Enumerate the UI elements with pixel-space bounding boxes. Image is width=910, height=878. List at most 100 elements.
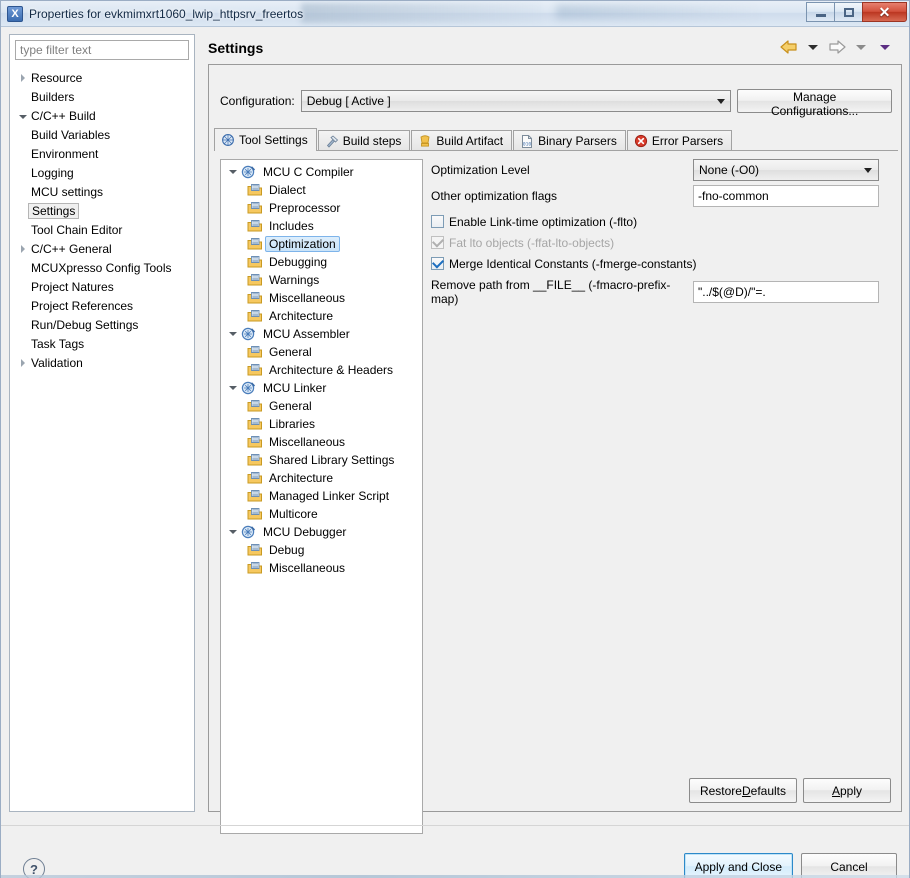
tab-strip: Tool Settings Build steps Build Artifact 01… xyxy=(214,128,898,151)
forward-arrow-icon[interactable] xyxy=(827,38,847,56)
page-navigation xyxy=(779,38,895,56)
nav-item-builders[interactable]: Builders xyxy=(10,87,194,106)
nav-item-label: Validation xyxy=(31,355,83,370)
tool-item-architecture-headers[interactable]: Architecture & Headers xyxy=(221,361,422,379)
close-icon[interactable]: ✕ xyxy=(862,2,907,22)
configuration-select[interactable]: Debug [ Active ] xyxy=(300,90,732,112)
twisty-icon[interactable] xyxy=(229,530,241,534)
folder-icon xyxy=(247,219,263,234)
nav-item-project-references[interactable]: Project References xyxy=(10,296,194,315)
tool-item-warnings[interactable]: Warnings xyxy=(221,271,422,289)
restore-icon[interactable] xyxy=(834,2,863,22)
filter-input[interactable] xyxy=(15,40,189,60)
tool-item-architecture[interactable]: Architecture xyxy=(221,307,422,325)
folder-icon xyxy=(247,183,263,198)
nav-item-task-tags[interactable]: Task Tags xyxy=(10,334,194,353)
nav-item-label: MCU settings xyxy=(31,184,104,199)
tab-tool-settings[interactable]: Tool Settings xyxy=(214,128,317,151)
tool-item-miscellaneous[interactable]: Miscellaneous xyxy=(221,289,422,307)
nav-item-mcu-settings[interactable]: MCU settings xyxy=(10,182,194,201)
tool-item-mcu-assembler[interactable]: MCU Assembler xyxy=(221,325,422,343)
enable-lto-row[interactable]: Enable Link-time optimization (-flto) xyxy=(431,211,891,232)
tool-item-miscellaneous[interactable]: Miscellaneous xyxy=(221,433,422,451)
tool-item-label: Libraries xyxy=(269,417,316,431)
nav-item-logging[interactable]: Logging xyxy=(10,163,194,182)
tool-item-label: MCU C Compiler xyxy=(263,165,354,179)
enable-lto-checkbox[interactable] xyxy=(431,215,444,228)
tool-item-miscellaneous[interactable]: Miscellaneous xyxy=(221,559,422,577)
tool-item-libraries[interactable]: Libraries xyxy=(221,415,422,433)
tool-item-general[interactable]: General xyxy=(221,343,422,361)
nav-item-mcuxpresso-config-tools[interactable]: MCUXpresso Config Tools xyxy=(10,258,194,277)
twisty-icon[interactable] xyxy=(16,244,29,253)
merge-constants-row[interactable]: Merge Identical Constants (-fmerge-const… xyxy=(431,253,891,274)
forward-menu-chevron-down-icon[interactable] xyxy=(851,38,871,56)
macro-prefix-map-input[interactable] xyxy=(693,281,879,303)
tool-item-includes[interactable]: Includes xyxy=(221,217,422,235)
tool-item-shared-library-settings[interactable]: Shared Library Settings xyxy=(221,451,422,469)
manage-configurations-button[interactable]: Manage Configurations... xyxy=(737,89,892,118)
nav-item-environment[interactable]: Environment xyxy=(10,144,194,163)
back-menu-chevron-down-icon[interactable] xyxy=(803,38,823,56)
macro-prefix-map-row: Remove path from __FILE__ (-fmacro-prefi… xyxy=(431,278,891,306)
tool-item-managed-linker-script[interactable]: Managed Linker Script xyxy=(221,487,422,505)
nav-item-settings[interactable]: Settings xyxy=(10,201,194,220)
tool-item-dialect[interactable]: Dialect xyxy=(221,181,422,199)
folder-icon xyxy=(247,201,263,216)
nav-item-label: Project References xyxy=(31,298,134,313)
tool-item-debugging[interactable]: Debugging xyxy=(221,253,422,271)
folder-icon xyxy=(247,399,263,414)
restore-defaults-button[interactable]: Restore Defaults xyxy=(688,778,797,803)
folder-icon xyxy=(247,255,263,270)
minimize-icon[interactable] xyxy=(806,2,835,22)
twisty-icon[interactable] xyxy=(229,386,241,390)
tab-error-parsers[interactable]: Error Parsers xyxy=(626,130,733,151)
options-panel: Optimization Level None (-O0) Other opti… xyxy=(431,159,891,834)
nav-item-c-c-build[interactable]: C/C++ Build xyxy=(10,106,194,125)
nav-item-resource[interactable]: Resource xyxy=(10,68,194,87)
tool-item-mcu-debugger[interactable]: MCU Debugger xyxy=(221,523,422,541)
title-bar: X Properties for evkmimxrt1060_lwip_http… xyxy=(1,1,909,27)
tab-build-steps[interactable]: Build steps xyxy=(317,130,411,151)
tool-item-optimization[interactable]: Optimization xyxy=(221,235,422,253)
folder-icon xyxy=(247,507,263,522)
tool-item-mcu-linker[interactable]: MCU Linker xyxy=(221,379,422,397)
other-flags-input[interactable] xyxy=(693,185,879,207)
nav-item-build-variables[interactable]: Build Variables xyxy=(10,125,194,144)
titlebar-glass-decoration xyxy=(301,3,541,23)
tab-build-artifact[interactable]: Build Artifact xyxy=(411,130,513,151)
optimization-level-value: None (-O0) xyxy=(699,163,760,177)
optimization-level-row: Optimization Level None (-O0) xyxy=(431,159,891,181)
twisty-icon[interactable] xyxy=(16,358,29,367)
twisty-icon[interactable] xyxy=(16,113,29,119)
nav-item-c-c-general[interactable]: C/C++ General xyxy=(10,239,194,258)
tool-settings-icon xyxy=(221,133,235,147)
tab-binary-parsers[interactable]: 010 Binary Parsers xyxy=(513,130,626,151)
back-arrow-icon[interactable] xyxy=(779,38,799,56)
apply-button[interactable]: Apply xyxy=(803,778,891,803)
tool-item-multicore[interactable]: Multicore xyxy=(221,505,422,523)
view-menu-chevron-down-icon[interactable] xyxy=(875,38,895,56)
nav-item-tool-chain-editor[interactable]: Tool Chain Editor xyxy=(10,220,194,239)
merge-constants-checkbox[interactable] xyxy=(431,257,444,270)
tool-item-label: Debug xyxy=(269,543,305,557)
nav-item-project-natures[interactable]: Project Natures xyxy=(10,277,194,296)
tool-item-debug[interactable]: Debug xyxy=(221,541,422,559)
folder-icon xyxy=(247,471,263,486)
twisty-icon[interactable] xyxy=(229,170,241,174)
window-controls: ✕ xyxy=(806,2,907,22)
tool-item-label: Miscellaneous xyxy=(269,435,346,449)
tool-item-general[interactable]: General xyxy=(221,397,422,415)
nav-item-run-debug-settings[interactable]: Run/Debug Settings xyxy=(10,315,194,334)
tool-item-preprocessor[interactable]: Preprocessor xyxy=(221,199,422,217)
tool-tree: MCU C Compiler Dialect Preprocessor Include… xyxy=(220,159,423,834)
twisty-icon[interactable] xyxy=(229,332,241,336)
tool-item-mcu-c-compiler[interactable]: MCU C Compiler xyxy=(221,163,422,181)
twisty-icon[interactable] xyxy=(16,73,29,82)
optimization-level-select[interactable]: None (-O0) xyxy=(693,159,879,181)
tool-item-label: Includes xyxy=(269,219,314,233)
nav-item-label: Logging xyxy=(31,165,74,180)
tool-item-architecture[interactable]: Architecture xyxy=(221,469,422,487)
nav-item-validation[interactable]: Validation xyxy=(10,353,194,372)
folder-icon xyxy=(247,489,263,504)
